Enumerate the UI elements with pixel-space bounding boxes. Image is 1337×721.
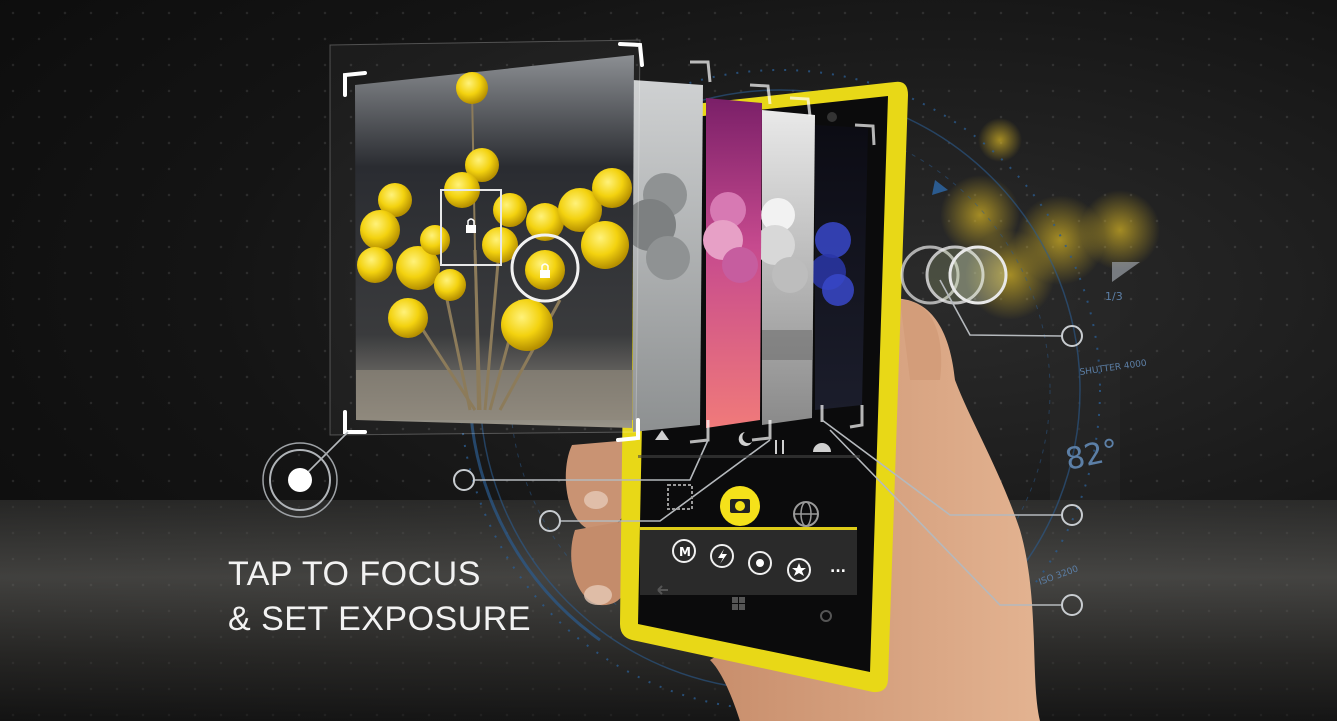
illustration-svg: 82° SHUTTER 4000 ISO 3200 1/3 M ... [262, 39, 1160, 721]
iso-readout: ISO 3200 [1038, 564, 1080, 588]
lens-filter-rings [900, 245, 1008, 305]
focus-lock-icon [466, 225, 476, 233]
fraction-readout: 1/3 [1105, 290, 1123, 303]
filter-cards [624, 80, 868, 432]
tap-indicator-icon [262, 442, 338, 518]
callout-node [1061, 504, 1083, 526]
headline-line-2: & SET EXPOSURE [228, 600, 532, 638]
food-icon[interactable] [775, 440, 777, 454]
headline-line-1: TAP TO FOCUS [228, 555, 481, 593]
callout-node [453, 469, 475, 491]
manual-mode-label: M [679, 545, 691, 559]
callout-node [1061, 594, 1083, 616]
exposure-lock-icon [540, 270, 550, 278]
callout-node [539, 510, 561, 532]
more-button[interactable]: ... [830, 560, 846, 576]
hero-scene: 82° SHUTTER 4000 ISO 3200 1/3 M ... TAP … [0, 0, 1337, 721]
feature-headline: TAP TO FOCUS & SET EXPOSURE [228, 552, 531, 642]
lens-icon [756, 559, 764, 567]
